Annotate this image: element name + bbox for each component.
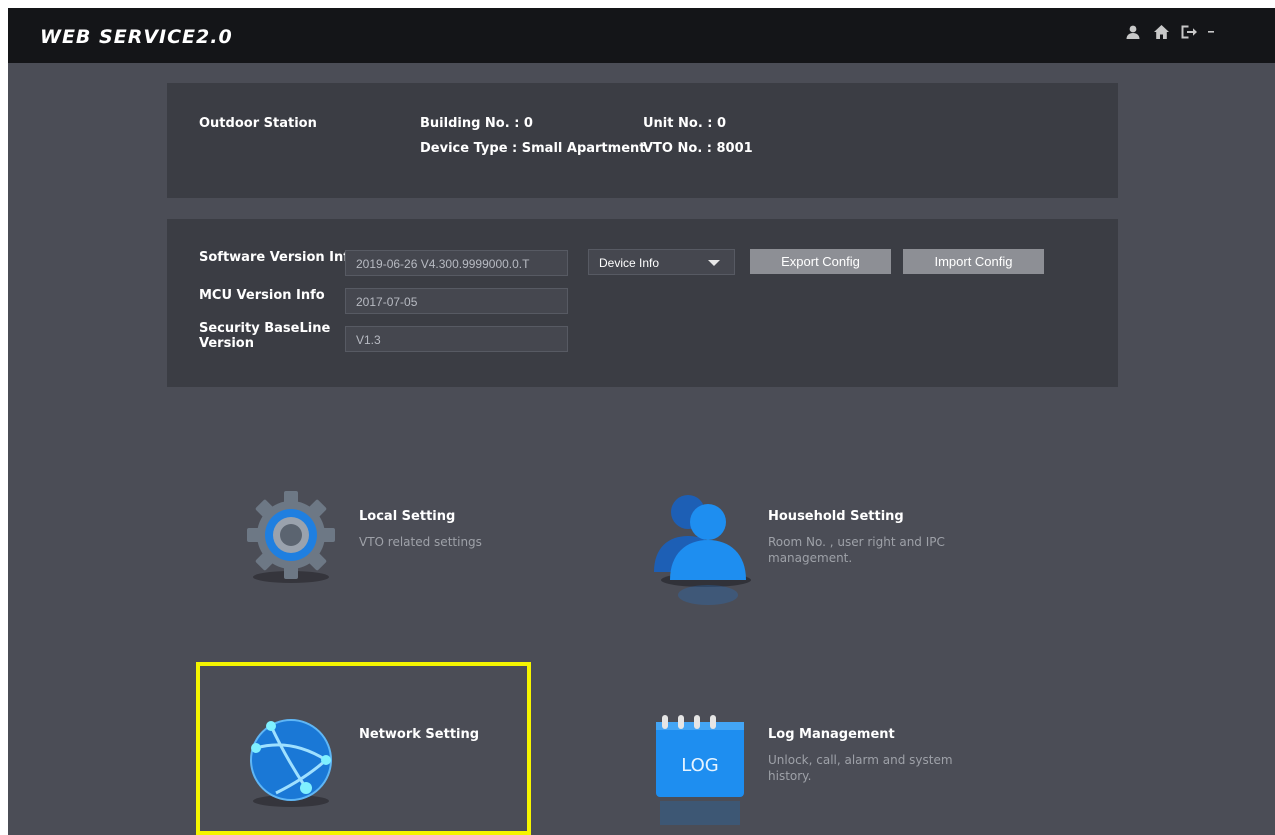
globe-icon: [236, 698, 346, 833]
mcu-version-label: MCU Version Info: [199, 288, 325, 303]
tile-title: Household Setting: [768, 509, 904, 524]
users-icon: [646, 480, 761, 615]
mcu-version-field: 2017-07-05: [345, 288, 568, 314]
tile-local-setting[interactable]: Local Setting VTO related settings: [236, 480, 556, 610]
software-version-field: 2019-06-26 V4.300.9999000.0.T: [345, 250, 568, 276]
brand-logo: WEB SERVICE2.0: [40, 26, 233, 48]
tile-network-setting[interactable]: Network Setting: [236, 698, 526, 828]
dropdown-value: Device Info: [599, 256, 660, 270]
tile-title: Log Management: [768, 727, 895, 742]
tile-log-management[interactable]: LOG Log Management Unlock, call, alarm a…: [646, 698, 986, 828]
device-type: Device Type : Small Apartment: [420, 141, 646, 156]
logout-icon[interactable]: [1179, 22, 1199, 42]
app-frame: WEB SERVICE2.0 Outdoor Station Building …: [8, 8, 1275, 835]
tile-household-setting[interactable]: Household Setting Room No. , user right …: [646, 480, 986, 610]
tile-description: Unlock, call, alarm and system history.: [768, 753, 953, 783]
version-panel: Software Version Info 2019-06-26 V4.300.…: [167, 219, 1118, 387]
import-config-button[interactable]: Import Config: [903, 249, 1044, 274]
caret-down-icon: [708, 260, 720, 266]
log-icon-text: LOG: [681, 755, 719, 776]
tile-title: Local Setting: [359, 509, 456, 524]
user-icon[interactable]: [1123, 22, 1143, 42]
station-label: Outdoor Station: [199, 116, 317, 131]
gear-icon: [236, 480, 346, 600]
top-icons: [1123, 22, 1215, 42]
software-version-label: Software Version Info: [199, 250, 358, 265]
tile-title: Network Setting: [359, 727, 480, 742]
home-icon[interactable]: [1151, 22, 1171, 42]
device-info-panel: Outdoor Station Building No. : 0 Unit No…: [167, 83, 1118, 198]
vto-number: VTO No. : 8001: [643, 141, 753, 156]
building-number: Building No. : 0: [420, 116, 533, 131]
tile-description: VTO related settings: [359, 535, 482, 549]
security-baseline-label: Security BaseLine Version: [199, 321, 331, 351]
security-baseline-field: V1.3: [345, 326, 568, 352]
log-icon: LOG: [646, 698, 756, 835]
tile-description: Room No. , user right and IPC management…: [768, 535, 945, 565]
unit-number: Unit No. : 0: [643, 116, 727, 131]
export-config-button[interactable]: Export Config: [750, 249, 891, 274]
device-info-dropdown[interactable]: Device Info: [588, 249, 735, 275]
chevron-down-icon[interactable]: [1207, 22, 1215, 42]
top-bar: WEB SERVICE2.0: [8, 8, 1275, 63]
